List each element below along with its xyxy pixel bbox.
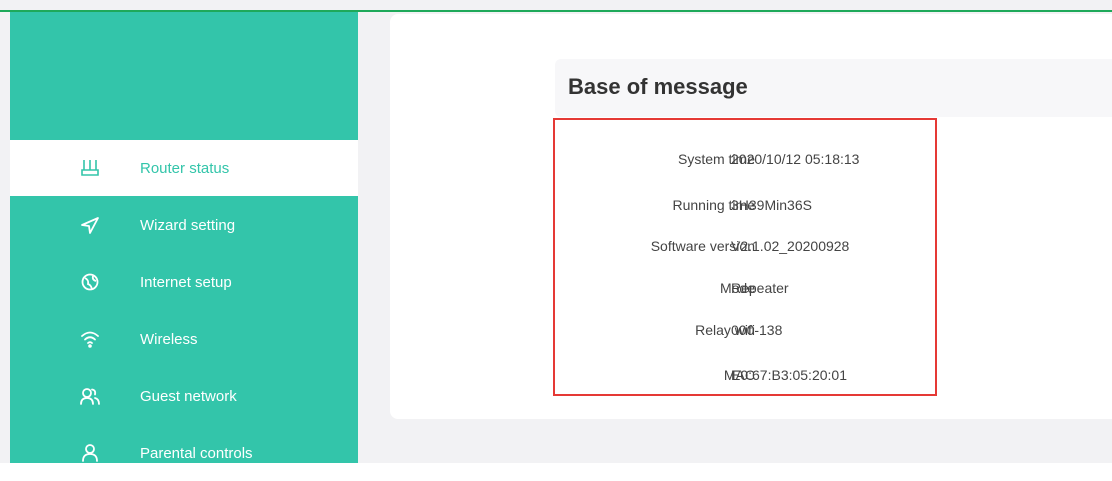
- sidebar: Router status Wizard setting Internet se…: [10, 12, 358, 463]
- sidebar-item-label: Internet setup: [140, 273, 232, 291]
- info-row-relay-wifi: Relay wifi 000-138: [553, 322, 973, 342]
- info-value: 000-138: [731, 322, 783, 338]
- users-icon: [80, 386, 100, 406]
- info-row-mac: MAC E0:67:B3:05:20:01: [553, 367, 973, 387]
- sidebar-item-parental-controls[interactable]: Parental controls: [10, 425, 358, 481]
- sidebar-item-guest-network[interactable]: Guest network: [10, 368, 358, 424]
- section-header: Base of message: [555, 59, 1112, 117]
- sidebar-item-label: Wireless: [140, 330, 198, 348]
- sidebar-item-label: Guest network: [140, 387, 237, 405]
- info-row-system-time: System time 2020/10/12 05:18:13: [553, 151, 973, 171]
- sidebar-item-wireless[interactable]: Wireless: [10, 311, 358, 367]
- user-icon: [80, 443, 100, 463]
- info-value: Repeater: [731, 280, 789, 296]
- info-value: V2.1.02_20200928: [731, 238, 850, 254]
- sidebar-item-label: Router status: [140, 159, 230, 177]
- info-row-running-time: Running time 3H39Min36S: [553, 197, 973, 217]
- info-value: 3H39Min36S: [731, 197, 812, 213]
- info-value: 2020/10/12 05:18:13: [731, 151, 860, 167]
- wifi-icon: [80, 329, 100, 349]
- sidebar-item-label: Wizard setting: [140, 216, 236, 234]
- sidebar-item-label: Parental controls: [140, 444, 253, 462]
- app-frame: Router status Wizard setting Internet se…: [0, 0, 1112, 463]
- info-row-mode: Mode Repeater: [553, 280, 973, 300]
- section-title: Base of message: [568, 74, 748, 99]
- router-icon: [80, 158, 100, 178]
- info-highlight-box: System time 2020/10/12 05:18:13 Running …: [553, 118, 937, 396]
- send-icon: [80, 215, 100, 235]
- info-value: E0:67:B3:05:20:01: [731, 367, 847, 383]
- sidebar-item-router-status[interactable]: Router status: [10, 140, 358, 196]
- sidebar-item-internet-setup[interactable]: Internet setup: [10, 254, 358, 310]
- info-row-software-version: Software version V2.1.02_20200928: [553, 238, 973, 258]
- globe-icon: [80, 272, 100, 292]
- sidebar-item-wizard-setting[interactable]: Wizard setting: [10, 197, 358, 253]
